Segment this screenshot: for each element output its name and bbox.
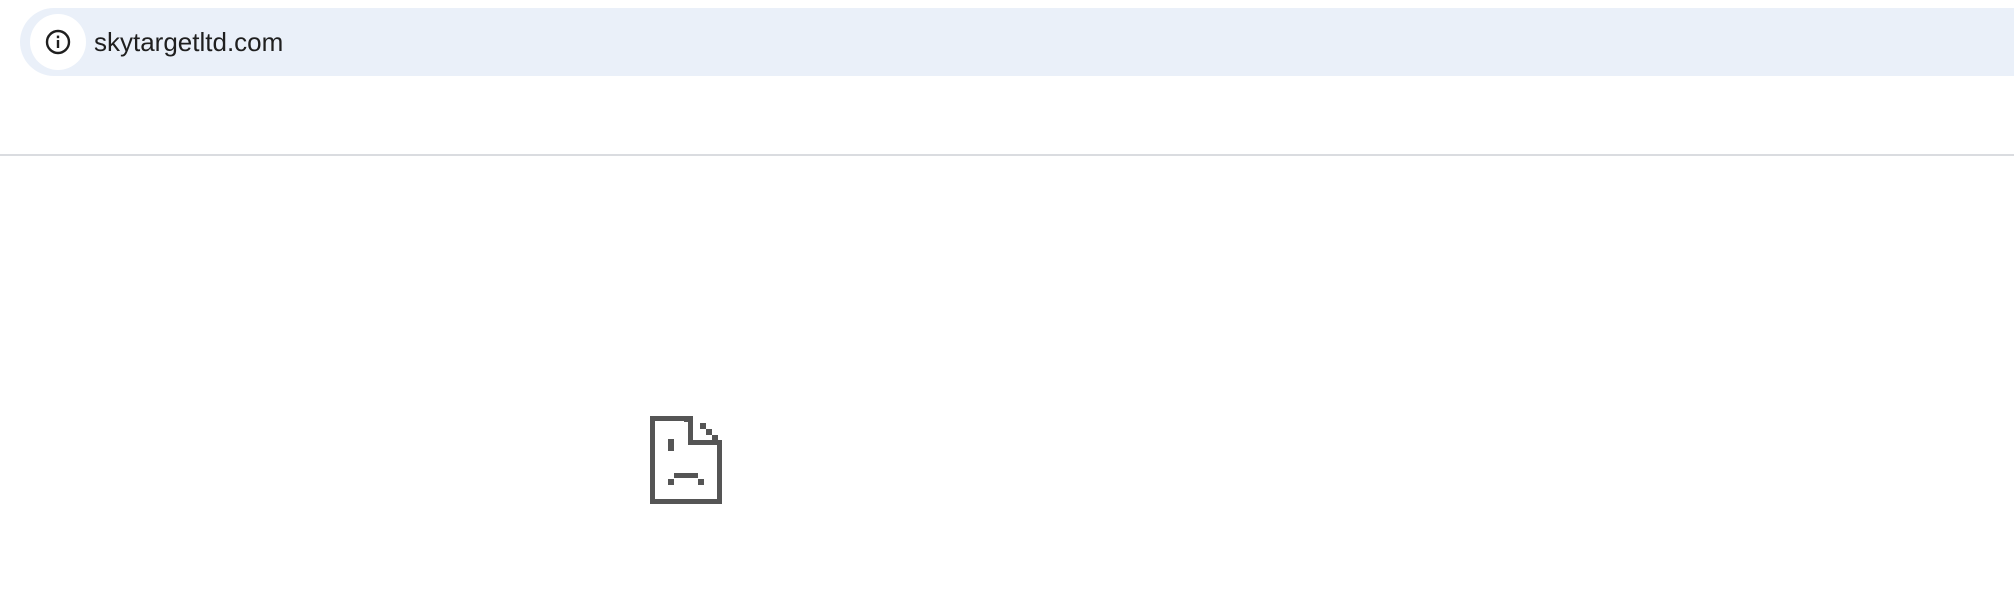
sad-page-icon: [650, 416, 722, 504]
browser-toolbar: skytargetltd.com: [0, 0, 2014, 156]
site-info-button[interactable]: [30, 14, 86, 70]
address-bar[interactable]: skytargetltd.com: [20, 8, 2014, 76]
url-text[interactable]: skytargetltd.com: [94, 8, 283, 76]
page-content: [0, 156, 2014, 594]
info-icon: [45, 29, 71, 55]
